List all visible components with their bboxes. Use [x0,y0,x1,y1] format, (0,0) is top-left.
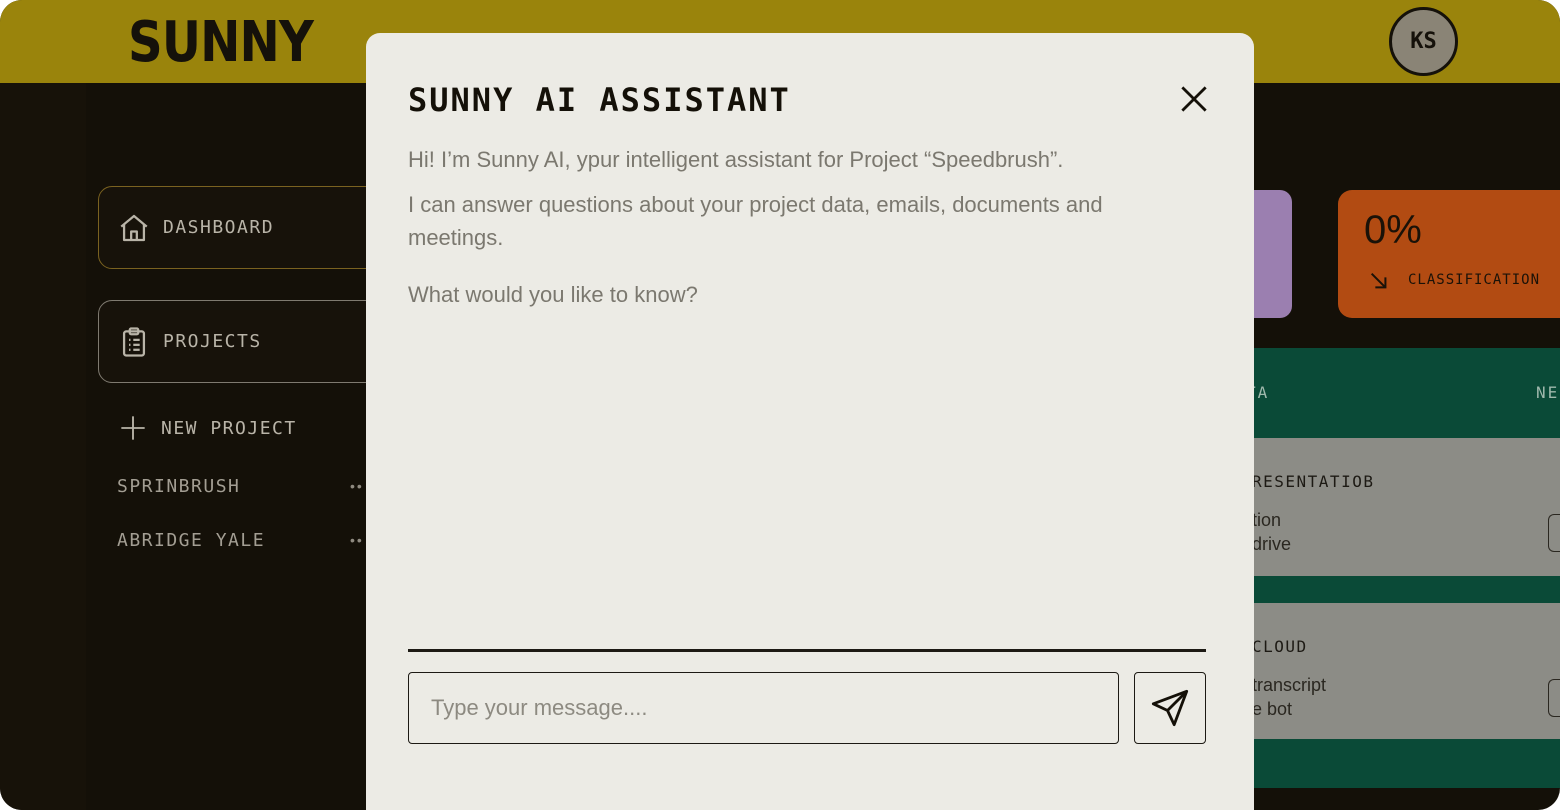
clipboard-icon [122,326,146,357]
home-icon [120,214,148,241]
column-header: NE [1536,383,1560,402]
sidebar-item-projects[interactable]: PROJECTS [98,300,398,383]
message-input[interactable] [408,672,1119,744]
row-detail: drive [1252,534,1292,554]
more-options-icon[interactable]: •• [350,532,364,548]
row-action-button[interactable] [1548,679,1560,717]
new-project-button[interactable]: NEW PROJECT [119,414,297,442]
sidebar-item-label: DASHBOARD [163,217,275,238]
row-title: CLOUD [1252,637,1308,656]
avatar[interactable]: KS [1389,7,1458,76]
app-frame: SUNNY KS DASHBOARD PROJECTS NEW PROJECT … [0,0,1560,810]
close-icon[interactable] [1180,85,1208,113]
divider [408,649,1206,652]
assistant-prompt: What would you like to know? [408,282,698,307]
arrow-down-right-icon [1370,272,1387,289]
sidebar-edge [0,83,86,810]
logo[interactable]: SUNNY [128,10,314,75]
project-item-abridge-yale[interactable]: ABRIDGE YALE [117,530,265,551]
more-options-icon[interactable]: •• [350,478,364,494]
assistant-capabilities: I can answer questions about your projec… [408,192,1103,250]
stat-label: CLASSIFICATION [1408,272,1541,288]
sidebar-item-label: PROJECTS [163,331,262,352]
project-item-sprinbrush[interactable]: SPRINBRUSH [117,476,240,497]
row-detail: transcript [1252,675,1327,695]
send-button[interactable] [1134,672,1206,744]
modal-title: SUNNY AI ASSISTANT [408,81,791,119]
new-project-label: NEW PROJECT [161,417,297,439]
sidebar-item-dashboard[interactable]: DASHBOARD [98,186,398,269]
row-title: RESENTATIOB [1252,472,1375,491]
row-action-button[interactable] [1548,514,1560,552]
ai-assistant-modal: SUNNY AI ASSISTANT Hi! I’m Sunny AI, ypu… [366,33,1254,810]
table-row[interactable]: RESENTATIOB tion drive [1232,438,1560,576]
plus-icon [121,416,145,440]
row-detail: tion [1252,510,1282,530]
assistant-greeting: Hi! I’m Sunny AI, ypur intelligent assis… [408,147,1064,172]
table-row[interactable]: CLOUD transcript e bot [1232,603,1560,739]
stat-card-classification: 0% CLASSIFICATION [1338,190,1560,318]
stat-value: 0% [1364,208,1422,252]
send-icon [1151,689,1189,727]
row-detail: e bot [1252,699,1293,719]
